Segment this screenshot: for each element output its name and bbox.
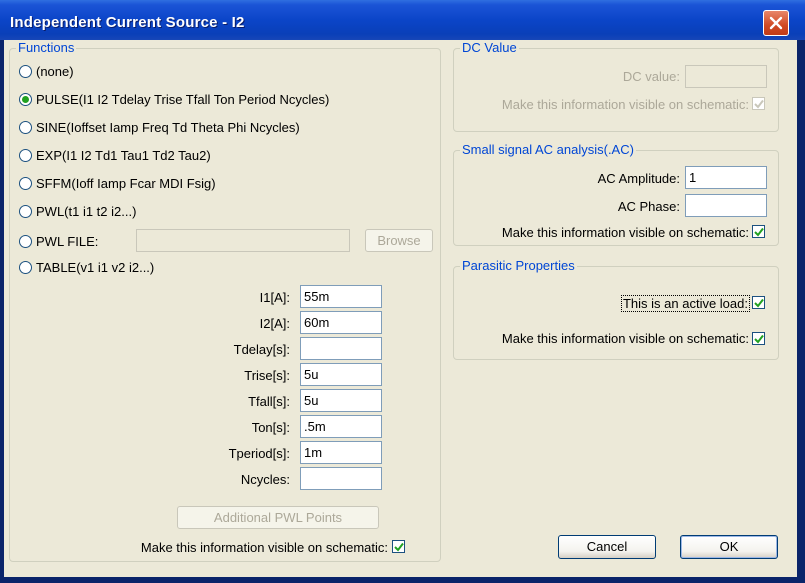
checkmark-icon bbox=[754, 298, 764, 308]
radio-none[interactable]: (none) bbox=[19, 62, 74, 80]
radio-button[interactable] bbox=[19, 148, 32, 162]
dc-visible-checkbox[interactable] bbox=[752, 97, 765, 110]
param-input-ton[interactable]: .5m bbox=[300, 415, 382, 438]
radio-label: TABLE(v1 i1 v2 i2...) bbox=[36, 259, 155, 275]
ac-phase-label: AC Phase: bbox=[617, 199, 680, 214]
dc-value-title: DC Value bbox=[460, 40, 519, 55]
ac-analysis-group: Small signal AC analysis(.AC) AC Amplitu… bbox=[453, 142, 779, 246]
param-input-i1[interactable]: 55m bbox=[300, 285, 382, 308]
dc-value-label: DC value: bbox=[622, 69, 680, 84]
radio-button[interactable] bbox=[19, 64, 32, 78]
functions-visible-checkbox[interactable] bbox=[392, 540, 405, 553]
window-title: Independent Current Source - I2 bbox=[10, 14, 245, 31]
dialog-client: Functions (none) PULSE(I1 I2 Tdelay Tris… bbox=[4, 40, 797, 577]
radio-label: (none) bbox=[36, 63, 74, 79]
cancel-button[interactable]: Cancel bbox=[558, 535, 656, 559]
radio-pwl-file[interactable]: PWL FILE: bbox=[19, 232, 98, 250]
ac-analysis-title: Small signal AC analysis(.AC) bbox=[460, 142, 636, 157]
parasitic-visible-checkbox[interactable] bbox=[752, 332, 765, 345]
active-load-label: This is an active load: bbox=[620, 295, 750, 312]
title-bar[interactable]: Independent Current Source - I2 bbox=[0, 0, 805, 40]
param-input-i2[interactable]: 60m bbox=[300, 311, 382, 334]
radio-button[interactable] bbox=[19, 204, 32, 218]
param-label-tfall: Tfall[s]: bbox=[248, 394, 290, 409]
radio-button[interactable] bbox=[19, 176, 32, 190]
radio-exp[interactable]: EXP(I1 I2 Td1 Tau1 Td2 Tau2) bbox=[19, 146, 211, 164]
radio-pulse[interactable]: PULSE(I1 I2 Tdelay Trise Tfall Ton Perio… bbox=[19, 90, 329, 108]
checkmark-icon bbox=[394, 542, 404, 552]
dc-value-group: DC Value DC value: Make this information… bbox=[453, 40, 779, 132]
checkmark-icon bbox=[754, 99, 764, 109]
browse-button[interactable]: Browse bbox=[365, 229, 433, 252]
param-label-i1: I1[A]: bbox=[259, 290, 290, 305]
radio-table[interactable]: TABLE(v1 i1 v2 i2...) bbox=[19, 258, 154, 276]
ac-amplitude-input[interactable]: 1 bbox=[685, 166, 767, 189]
param-input-trise[interactable]: 5u bbox=[300, 363, 382, 386]
radio-button[interactable] bbox=[19, 120, 32, 134]
parasitic-title: Parasitic Properties bbox=[460, 258, 577, 273]
param-input-tfall[interactable]: 5u bbox=[300, 389, 382, 412]
additional-pwl-points-button[interactable]: Additional PWL Points bbox=[177, 506, 379, 529]
dialog-window: Independent Current Source - I2 Function… bbox=[0, 0, 805, 583]
param-label-ncycles: Ncycles: bbox=[240, 472, 290, 487]
radio-button[interactable] bbox=[19, 234, 32, 248]
radio-label: PWL(t1 i1 t2 i2...) bbox=[36, 203, 137, 219]
active-load-checkbox[interactable] bbox=[752, 296, 765, 309]
close-button[interactable] bbox=[763, 10, 789, 36]
radio-pwl[interactable]: PWL(t1 i1 t2 i2...) bbox=[19, 202, 136, 220]
radio-label: SINE(Ioffset Iamp Freq Td Theta Phi Ncyc… bbox=[36, 119, 300, 135]
radio-label: PULSE(I1 I2 Tdelay Trise Tfall Ton Perio… bbox=[36, 91, 330, 107]
param-label-i2: I2[A]: bbox=[259, 316, 290, 331]
parasitic-visible-label: Make this information visible on schemat… bbox=[501, 331, 749, 346]
functions-title: Functions bbox=[16, 40, 77, 55]
ac-phase-input[interactable] bbox=[685, 194, 767, 217]
radio-button[interactable] bbox=[19, 92, 32, 106]
close-icon bbox=[769, 16, 783, 30]
radio-label: EXP(I1 I2 Td1 Tau1 Td2 Tau2) bbox=[36, 147, 211, 163]
radio-sffm[interactable]: SFFM(Ioff Iamp Fcar MDI Fsig) bbox=[19, 174, 216, 192]
checkmark-icon bbox=[754, 227, 764, 237]
param-input-ncycles[interactable] bbox=[300, 467, 382, 490]
param-label-ton: Ton[s]: bbox=[251, 420, 290, 435]
functions-visible-label: Make this information visible on schemat… bbox=[140, 540, 388, 555]
radio-button[interactable] bbox=[19, 260, 32, 274]
ac-visible-checkbox[interactable] bbox=[752, 225, 765, 238]
dc-visible-label: Make this information visible on schemat… bbox=[501, 97, 749, 112]
ac-amplitude-label: AC Amplitude: bbox=[597, 171, 680, 186]
dc-value-input[interactable] bbox=[685, 65, 767, 88]
ok-button[interactable]: OK bbox=[680, 535, 778, 559]
parasitic-group: Parasitic Properties This is an active l… bbox=[453, 258, 779, 360]
pwl-file-input[interactable] bbox=[136, 229, 350, 252]
param-input-tdelay[interactable] bbox=[300, 337, 382, 360]
ac-visible-label: Make this information visible on schemat… bbox=[501, 225, 749, 240]
radio-label: SFFM(Ioff Iamp Fcar MDI Fsig) bbox=[36, 175, 216, 191]
param-label-tdelay: Tdelay[s]: bbox=[233, 342, 290, 357]
radio-sine[interactable]: SINE(Ioffset Iamp Freq Td Theta Phi Ncyc… bbox=[19, 118, 300, 136]
functions-group: Functions (none) PULSE(I1 I2 Tdelay Tris… bbox=[9, 40, 441, 562]
checkmark-icon bbox=[754, 334, 764, 344]
param-input-tperiod[interactable]: 1m bbox=[300, 441, 382, 464]
param-label-trise: Trise[s]: bbox=[244, 368, 290, 383]
param-label-tperiod: Tperiod[s]: bbox=[228, 446, 290, 461]
radio-label: PWL FILE: bbox=[36, 233, 99, 249]
